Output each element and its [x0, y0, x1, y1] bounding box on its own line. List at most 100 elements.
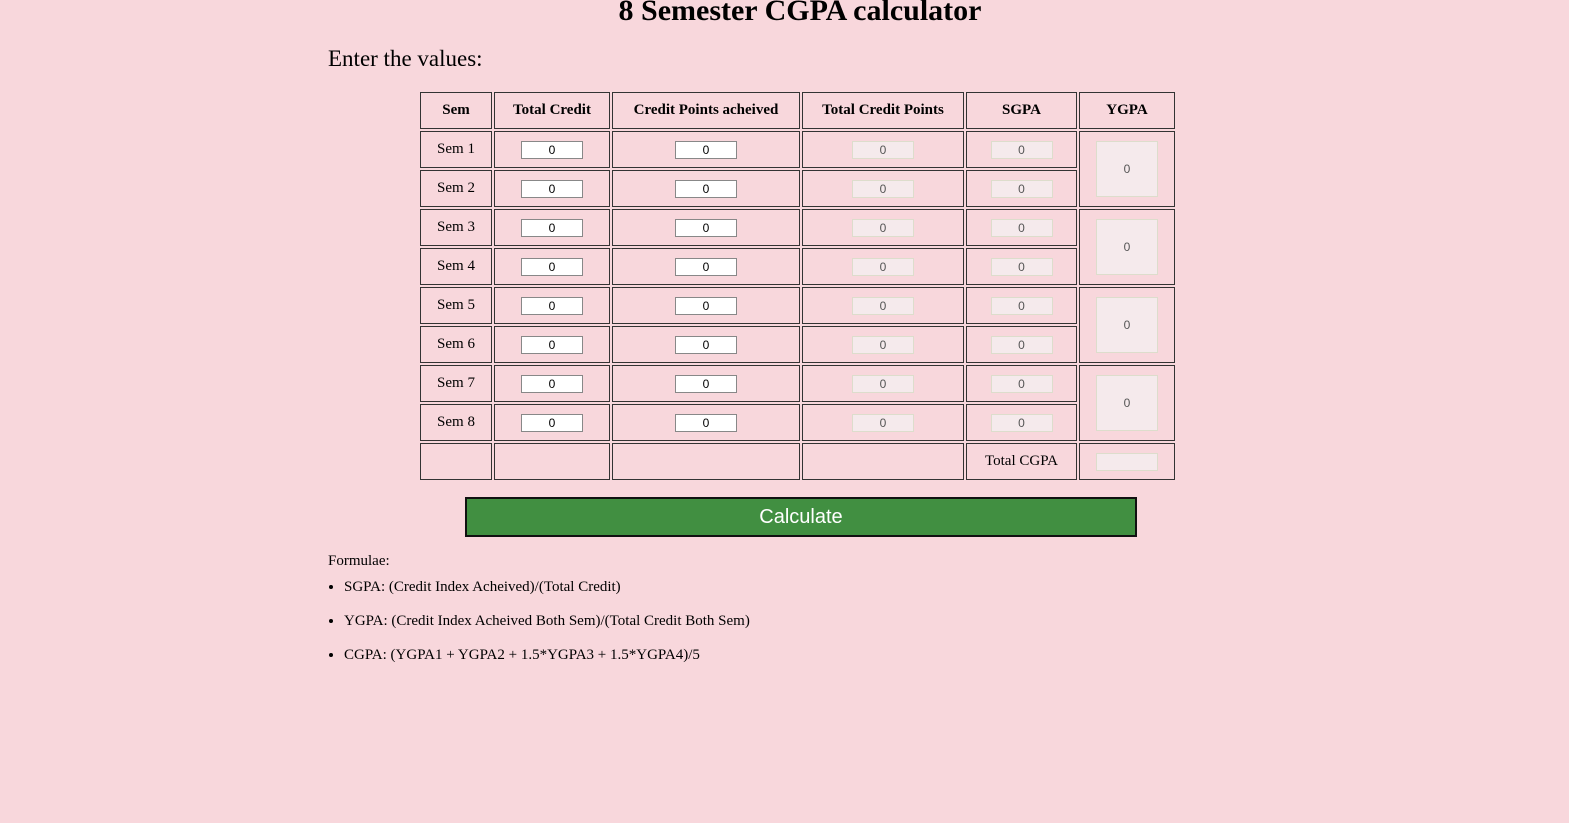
- ygpa-output: [1096, 297, 1158, 353]
- total-credit-input[interactable]: [521, 413, 583, 432]
- credit-points-cell: [612, 365, 800, 402]
- cgpa-table: Sem Total Credit Credit Points acheived …: [418, 90, 1177, 482]
- sgpa-cell: [966, 404, 1077, 441]
- sgpa-cell: [966, 287, 1077, 324]
- formula-sgpa: SGPA: (Credit Index Acheived)/(Total Cre…: [344, 578, 750, 596]
- table-row: Sem 5: [420, 287, 1175, 363]
- header-sem: Sem: [420, 92, 492, 129]
- total-credit-cell: [494, 131, 610, 168]
- header-ygpa: YGPA: [1079, 92, 1175, 129]
- credit-points-cell: [612, 170, 800, 207]
- table-row: Sem 7: [420, 365, 1175, 441]
- total-credit-points-output: [852, 218, 914, 237]
- sgpa-output: [990, 413, 1053, 432]
- total-credit-cell: [494, 326, 610, 363]
- credit-points-input[interactable]: [675, 335, 737, 354]
- credit-points-cell: [612, 248, 800, 285]
- sem-label: Sem 1: [420, 131, 492, 168]
- sgpa-output: [990, 374, 1053, 393]
- total-credit-cell: [494, 170, 610, 207]
- formulae-list: SGPA: (Credit Index Acheived)/(Total Cre…: [328, 578, 750, 680]
- table-row: Sem 4: [420, 248, 1175, 285]
- total-credit-input[interactable]: [521, 257, 583, 276]
- total-credit-points-cell: [802, 209, 964, 246]
- table-header: Sem Total Credit Credit Points acheived …: [420, 92, 1175, 129]
- total-credit-input[interactable]: [521, 374, 583, 393]
- total-credit-cell: [494, 248, 610, 285]
- sgpa-output: [990, 257, 1053, 276]
- total-credit-cell: [494, 287, 610, 324]
- credit-points-cell: [612, 209, 800, 246]
- calculate-button[interactable]: Calculate: [465, 497, 1137, 537]
- total-credit-cell: [494, 209, 610, 246]
- credit-points-input[interactable]: [675, 374, 737, 393]
- credit-points-cell: [612, 287, 800, 324]
- total-credit-input[interactable]: [521, 179, 583, 198]
- credit-points-cell: [612, 131, 800, 168]
- ygpa-cell: [1079, 365, 1175, 441]
- total-credit-points-cell: [802, 404, 964, 441]
- credit-points-input[interactable]: [675, 296, 737, 315]
- instructions: Enter the values:: [328, 46, 483, 71]
- total-credit-points-output: [852, 413, 914, 432]
- total-credit-input[interactable]: [521, 335, 583, 354]
- ygpa-output: [1096, 375, 1158, 431]
- sem-label: Sem 7: [420, 365, 492, 402]
- empty-cell: [420, 443, 492, 480]
- total-credit-points-cell: [802, 170, 964, 207]
- sem-label: Sem 2: [420, 170, 492, 207]
- credit-points-input[interactable]: [675, 413, 737, 432]
- sem-label: Sem 5: [420, 287, 492, 324]
- sgpa-output: [990, 296, 1053, 315]
- total-credit-points-output: [852, 335, 914, 354]
- formula-ygpa: YGPA: (Credit Index Acheived Both Sem)/(…: [344, 612, 750, 630]
- sgpa-cell: [966, 131, 1077, 168]
- header-credit-points: Credit Points acheived: [612, 92, 800, 129]
- ygpa-output: [1096, 141, 1158, 197]
- total-credit-points-cell: [802, 365, 964, 402]
- sgpa-cell: [966, 365, 1077, 402]
- header-sgpa: SGPA: [966, 92, 1077, 129]
- table-row: Sem 8: [420, 404, 1175, 441]
- credit-points-input[interactable]: [675, 218, 737, 237]
- ygpa-cell: [1079, 131, 1175, 207]
- total-cgpa-cell: [1079, 443, 1175, 480]
- sgpa-cell: [966, 248, 1077, 285]
- credit-points-input[interactable]: [675, 140, 737, 159]
- credit-points-input[interactable]: [675, 179, 737, 198]
- empty-cell: [802, 443, 964, 480]
- empty-cell: [494, 443, 610, 480]
- sgpa-cell: [966, 326, 1077, 363]
- total-credit-points-cell: [802, 248, 964, 285]
- total-credit-points-output: [852, 140, 914, 159]
- sem-label: Sem 8: [420, 404, 492, 441]
- empty-cell: [612, 443, 800, 480]
- formula-cgpa: CGPA: (YGPA1 + YGPA2 + 1.5*YGPA3 + 1.5*Y…: [344, 646, 750, 664]
- ygpa-cell: [1079, 209, 1175, 285]
- credit-points-cell: [612, 404, 800, 441]
- total-credit-input[interactable]: [521, 218, 583, 237]
- total-credit-points-cell: [802, 326, 964, 363]
- sem-label: Sem 6: [420, 326, 492, 363]
- total-credit-points-output: [852, 374, 914, 393]
- total-credit-points-output: [852, 179, 914, 198]
- total-credit-points-output: [852, 257, 914, 276]
- sgpa-cell: [966, 209, 1077, 246]
- total-credit-cell: [494, 365, 610, 402]
- total-credit-input[interactable]: [521, 140, 583, 159]
- page-title: 8 Semester CGPA calculator: [618, 0, 982, 27]
- table-row: Sem 2: [420, 170, 1175, 207]
- total-cgpa-output: [1096, 452, 1158, 471]
- total-row: Total CGPA: [420, 443, 1175, 480]
- sgpa-cell: [966, 170, 1077, 207]
- total-credit-input[interactable]: [521, 296, 583, 315]
- ygpa-cell: [1079, 287, 1175, 363]
- header-total-credit: Total Credit: [494, 92, 610, 129]
- header-total-credit-points: Total Credit Points: [802, 92, 964, 129]
- ygpa-output: [1096, 219, 1158, 275]
- sgpa-output: [990, 179, 1053, 198]
- table-row: Sem 6: [420, 326, 1175, 363]
- table-row: Sem 1: [420, 131, 1175, 207]
- total-credit-points-output: [852, 296, 914, 315]
- credit-points-input[interactable]: [675, 257, 737, 276]
